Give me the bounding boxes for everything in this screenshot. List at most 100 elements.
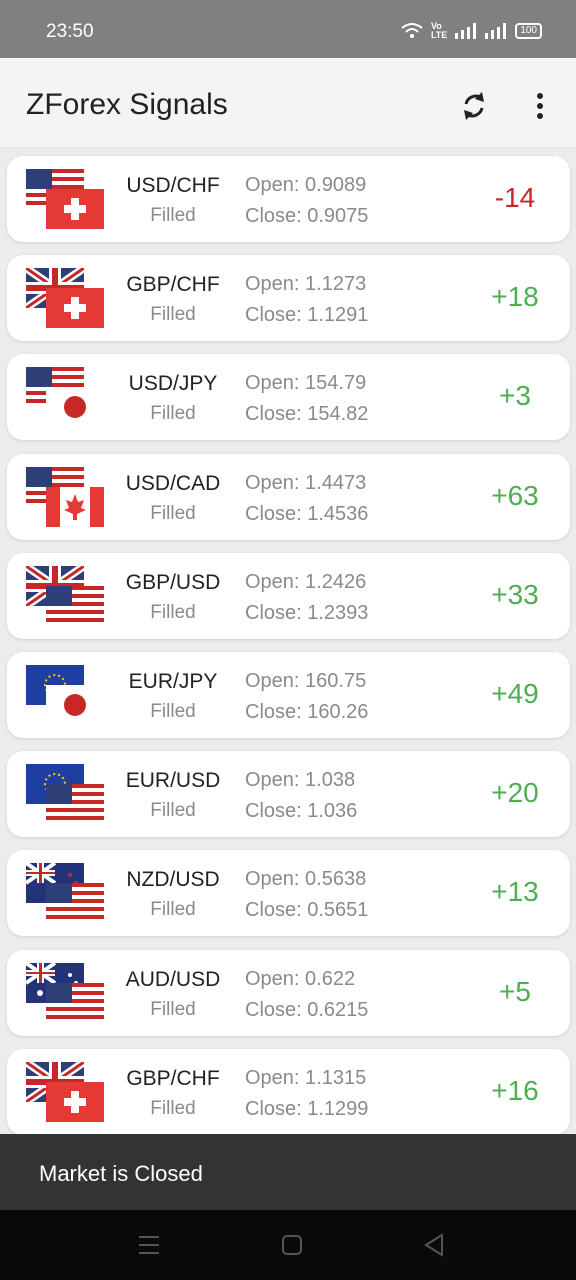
signal-icon — [455, 23, 477, 39]
pair-name: GBP/CHF — [126, 273, 220, 297]
order-status: Filled — [150, 1097, 196, 1119]
status-bar: 23:50 Vo LTE 100 — [0, 0, 576, 58]
order-status: Filled — [150, 800, 196, 822]
status-time: 23:50 — [46, 21, 94, 42]
snackbar-text: Market is Closed — [39, 1161, 203, 1186]
pips-value: +3 — [499, 380, 531, 412]
signal-card[interactable]: GBP/CHF Filled Open: 1.1273 Close: 1.129… — [7, 255, 570, 342]
quote-flag-icon — [46, 189, 104, 229]
quote-flag-icon — [46, 1081, 104, 1122]
close-price: Close: 0.9075 — [245, 205, 369, 227]
flag-pair — [23, 264, 104, 329]
quote-flag-icon — [46, 288, 104, 329]
app-bar: ZForex Signals — [0, 58, 576, 148]
pips-value: +13 — [491, 876, 539, 908]
signal-card[interactable]: NZD/USD Filled Open: 0.5638 Close: 0.565… — [7, 850, 570, 937]
flag-pair — [26, 665, 104, 725]
pair-name: USD/CHF — [126, 174, 220, 197]
order-status: Filled — [150, 601, 196, 623]
close-price: Close: 1.1299 — [245, 1097, 369, 1120]
open-price: Open: 1.038 — [245, 769, 356, 792]
quote-flag-icon — [46, 784, 104, 825]
order-status: Filled — [150, 304, 196, 326]
order-status: Filled — [150, 502, 196, 524]
flag-pair — [26, 764, 104, 825]
more-vert-icon — [537, 93, 543, 119]
pips-value: +16 — [491, 1074, 539, 1106]
flag-pair — [26, 466, 104, 527]
recents-icon[interactable] — [135, 1231, 163, 1259]
signal-icon-2 — [485, 23, 507, 39]
close-price: Close: 160.26 — [245, 701, 369, 723]
open-price: Open: 1.4473 — [245, 471, 367, 494]
signal-card[interactable]: USD/CAD Filled Open: 1.4473 Close: 1.453… — [7, 453, 570, 540]
snackbar: Market is Closed — [0, 1134, 576, 1210]
open-price: Open: 0.9089 — [245, 174, 367, 196]
pair-name: EUR/USD — [125, 769, 221, 793]
flag-pair — [23, 1058, 104, 1122]
pips-value: +33 — [491, 578, 539, 610]
signal-card[interactable]: AUD/USD Filled Open: 0.622 Close: 0.6215… — [7, 949, 570, 1036]
pips-value: +63 — [491, 479, 539, 511]
close-price: Close: 0.5651 — [245, 899, 369, 922]
back-icon[interactable] — [420, 1231, 448, 1259]
signal-card[interactable]: GBP/USD Filled Open: 1.2426 Close: 1.239… — [7, 552, 570, 639]
flag-pair — [23, 562, 104, 626]
signal-card[interactable]: GBP/CHF Filled Open: 1.1315 Close: 1.129… — [7, 1048, 570, 1134]
pips-value: +20 — [491, 777, 539, 809]
quote-flag-icon — [46, 685, 104, 725]
open-price: Open: 160.75 — [245, 670, 367, 692]
pair-name: USD/JPY — [128, 372, 218, 396]
open-price: Open: 1.1273 — [245, 273, 367, 296]
pair-name: GBP/CHF — [126, 1066, 220, 1090]
order-status: Filled — [150, 998, 196, 1020]
order-status: Filled — [150, 403, 196, 425]
flag-pair — [24, 861, 104, 924]
signal-list[interactable]: USD/CHF Filled Open: 0.9089 Close: 0.907… — [0, 148, 576, 1134]
quote-flag-icon — [46, 883, 104, 924]
pips-value: +49 — [491, 678, 539, 709]
flag-pair — [24, 960, 104, 1023]
pair-name: USD/CAD — [125, 471, 221, 495]
close-price: Close: 154.82 — [245, 403, 369, 426]
order-status: Filled — [150, 899, 196, 921]
pair-name: AUD/USD — [125, 967, 221, 991]
pair-name: GBP/USD — [125, 570, 221, 594]
home-icon[interactable] — [278, 1231, 306, 1259]
order-status: Filled — [150, 701, 196, 722]
pair-name: NZD/USD — [126, 868, 220, 892]
close-price: Close: 1.1291 — [245, 304, 369, 327]
refresh-button[interactable] — [454, 86, 494, 126]
app-title: ZForex Signals — [26, 88, 228, 121]
close-price: Close: 0.6215 — [245, 998, 369, 1021]
open-price: Open: 0.5638 — [245, 868, 367, 891]
open-price: Open: 0.622 — [245, 967, 356, 990]
close-price: Close: 1.2393 — [245, 601, 369, 624]
quote-flag-icon — [46, 982, 104, 1023]
pips-value: +5 — [499, 975, 531, 1007]
wifi-icon — [401, 23, 423, 38]
order-status: Filled — [150, 205, 196, 226]
volte-icon: Vo LTE — [430, 21, 448, 40]
open-price: Open: 1.1315 — [245, 1066, 367, 1089]
signal-card[interactable]: EUR/JPY Filled Open: 160.75 Close: 160.2… — [7, 652, 570, 738]
battery-icon: 100 — [515, 23, 542, 39]
more-options-button[interactable] — [524, 86, 556, 126]
signal-card[interactable]: EUR/USD Filled Open: 1.038 Close: 1.036 … — [7, 751, 570, 838]
flag-pair — [26, 367, 104, 428]
close-price: Close: 1.036 — [245, 800, 358, 823]
close-price: Close: 1.4536 — [245, 502, 369, 525]
pair-name: EUR/JPY — [128, 670, 218, 693]
refresh-icon — [464, 92, 484, 120]
quote-flag-icon — [46, 486, 104, 527]
pips-value: -14 — [494, 182, 536, 213]
quote-flag-icon — [46, 585, 104, 626]
quote-flag-icon — [46, 387, 104, 428]
pips-value: +18 — [491, 281, 539, 313]
signal-card[interactable]: USD/JPY Filled Open: 154.79 Close: 154.8… — [7, 354, 570, 441]
open-price: Open: 154.79 — [245, 372, 367, 395]
system-nav-bar — [0, 1210, 576, 1280]
signal-card[interactable]: USD/CHF Filled Open: 0.9089 Close: 0.907… — [7, 156, 570, 242]
open-price: Open: 1.2426 — [245, 570, 367, 593]
flag-pair — [26, 169, 104, 229]
